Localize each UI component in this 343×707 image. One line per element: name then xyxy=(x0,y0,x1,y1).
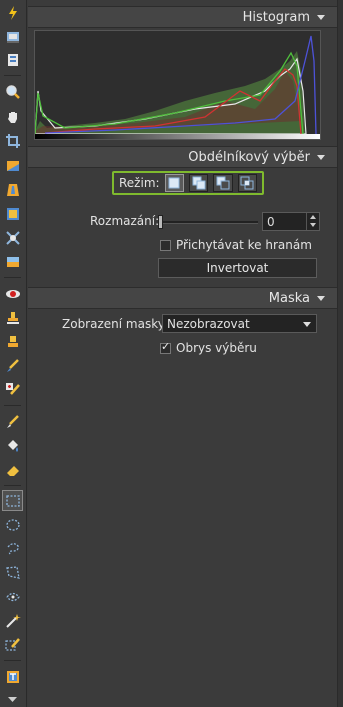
frame-icon[interactable] xyxy=(3,204,22,223)
distortion-icon[interactable] xyxy=(3,228,22,247)
paint-brush-icon[interactable] xyxy=(3,412,22,431)
histogram-title: Histogram xyxy=(242,9,310,25)
hand-pan-icon[interactable] xyxy=(3,107,22,126)
spot-repair-icon[interactable] xyxy=(3,380,22,399)
batch-icon[interactable] xyxy=(3,50,22,69)
properties-panel: Histogram Obdélníkový výběr Režim: Rozma… xyxy=(28,0,337,707)
selection-outline-checkbox[interactable] xyxy=(160,340,171,354)
camera-import-icon[interactable] xyxy=(3,27,22,46)
selection-brush-icon[interactable] xyxy=(3,635,22,654)
snap-to-edges-row[interactable]: Přichytávat ke hranám xyxy=(160,238,312,252)
mode-intersect-selection-icon xyxy=(240,176,254,190)
mode-subtract-selection-icon xyxy=(216,176,230,190)
blur-slider[interactable] xyxy=(158,213,258,231)
mask-display-value: Nezobrazovat xyxy=(167,316,250,331)
rect-select-icon[interactable] xyxy=(2,490,23,511)
tool-palette xyxy=(0,0,27,707)
histogram-graph xyxy=(34,30,321,140)
brush-retouch-icon[interactable] xyxy=(3,356,22,375)
selection-outline-row[interactable]: Obrys výběru xyxy=(160,340,257,355)
snap-to-edges-label: Přichytávat ke hranám xyxy=(176,238,312,252)
selection-mode-group: Režim: xyxy=(112,171,264,195)
lasso-select-icon[interactable] xyxy=(3,539,22,558)
ellipse-select-icon[interactable] xyxy=(3,515,22,534)
mask-header[interactable]: Maska xyxy=(28,287,337,309)
rect-select-title: Obdélníkový výběr xyxy=(188,149,310,165)
stepper-down-icon[interactable] xyxy=(310,223,316,227)
chevron-down-icon xyxy=(317,295,325,301)
mode-new-selection-icon xyxy=(168,177,180,189)
chevron-down-icon xyxy=(317,14,325,20)
paint-bucket-icon[interactable] xyxy=(3,436,22,455)
red-eye-icon[interactable] xyxy=(3,284,22,303)
mode-new-selection-button[interactable] xyxy=(164,174,184,192)
crop-icon[interactable] xyxy=(3,131,22,150)
straighten-icon[interactable] xyxy=(3,156,22,175)
mode-subtract-selection-button[interactable] xyxy=(213,174,233,192)
mode-label: Režim: xyxy=(119,176,160,190)
gradient-icon[interactable] xyxy=(3,252,22,271)
chevron-down-icon xyxy=(317,154,325,160)
blur-slider-thumb[interactable] xyxy=(158,215,163,229)
invert-button[interactable]: Invertovat xyxy=(158,258,317,278)
blur-label: Rozmazání: xyxy=(90,214,160,228)
blur-slider-track xyxy=(158,221,258,224)
mode-intersect-selection-button[interactable] xyxy=(237,174,257,192)
magnetic-select-icon[interactable] xyxy=(3,587,22,606)
healing-icon[interactable] xyxy=(3,332,22,351)
mask-display-label: Zobrazení masky: xyxy=(62,317,168,331)
chevron-down-icon xyxy=(303,322,311,327)
snap-to-edges-checkbox[interactable] xyxy=(160,239,171,251)
chevron-down-icon[interactable] xyxy=(6,694,19,704)
text-icon[interactable] xyxy=(3,667,22,686)
mask-title: Maska xyxy=(268,290,310,306)
polygon-select-icon[interactable] xyxy=(3,563,22,582)
histogram-header[interactable]: Histogram xyxy=(28,6,337,28)
blur-stepper[interactable]: 0 xyxy=(262,212,320,231)
stepper-buttons xyxy=(306,213,319,230)
perspective-icon[interactable] xyxy=(3,180,22,199)
blur-value[interactable]: 0 xyxy=(267,215,275,229)
flash-icon[interactable] xyxy=(3,3,22,22)
zoom-icon[interactable] xyxy=(3,82,22,101)
mask-display-select[interactable]: Nezobrazovat xyxy=(162,314,317,333)
magic-wand-icon[interactable] xyxy=(3,611,22,630)
eraser-icon[interactable] xyxy=(3,460,22,479)
clone-stamp-icon[interactable] xyxy=(3,308,22,327)
selection-outline-label: Obrys výběru xyxy=(176,341,257,355)
stepper-up-icon[interactable] xyxy=(310,215,316,219)
mode-add-selection-button[interactable] xyxy=(188,174,209,192)
mode-add-selection-icon xyxy=(192,176,206,190)
panel-splitter[interactable] xyxy=(337,0,343,707)
rect-select-header[interactable]: Obdélníkový výběr xyxy=(28,146,337,168)
